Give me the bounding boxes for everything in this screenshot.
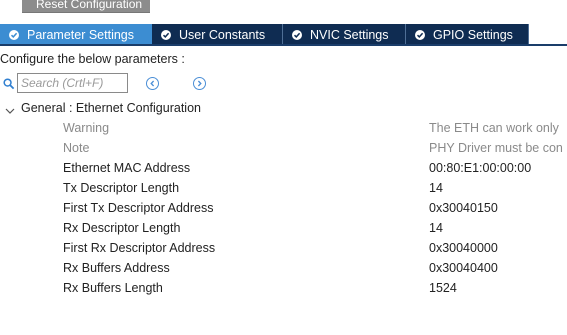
check-circle-icon <box>415 29 425 40</box>
search-previous-button[interactable] <box>146 77 159 90</box>
parameter-name: First Rx Descriptor Address <box>63 241 216 255</box>
parameter-value[interactable]: 0x30040400 <box>429 261 498 275</box>
parameter-row-ethernet-mac-address[interactable]: Ethernet MAC Address 00:80:E1:00:00:00 <box>0 161 567 181</box>
check-circle-icon <box>161 29 171 40</box>
tab-user-constants[interactable]: User Constants <box>152 24 283 45</box>
parameter-name: Ethernet MAC Address <box>63 161 191 175</box>
parameter-name: Rx Descriptor Length <box>63 221 181 235</box>
parameter-row-first-rx-descriptor-address[interactable]: First Rx Descriptor Address 0x30040000 <box>0 241 567 261</box>
parameter-value[interactable]: 1524 <box>429 281 457 295</box>
tab-nvic-settings[interactable]: NVIC Settings <box>283 24 406 45</box>
tab-label: Parameter Settings <box>27 27 134 42</box>
parameter-value[interactable]: 00:80:E1:00:00:00 <box>429 161 531 175</box>
tab-label: GPIO Settings <box>433 27 513 42</box>
parameter-value[interactable]: 14 <box>429 181 443 195</box>
parameter-name: Note <box>63 141 90 155</box>
parameter-row-rx-buffers-address[interactable]: Rx Buffers Address 0x30040400 <box>0 261 567 281</box>
parameter-row-note[interactable]: Note PHY Driver must be con <box>0 141 567 161</box>
tab-bar-underline <box>0 44 567 46</box>
parameter-name: First Tx Descriptor Address <box>63 201 214 215</box>
parameter-row-rx-buffers-length[interactable]: Rx Buffers Length 1524 <box>0 281 567 301</box>
check-circle-icon <box>9 29 19 40</box>
tab-label: User Constants <box>179 27 266 42</box>
parameter-value: The ETH can work only <box>429 121 559 135</box>
chevron-right-icon <box>197 80 202 87</box>
parameter-row-first-tx-descriptor-address[interactable]: First Tx Descriptor Address 0x30040150 <box>0 201 567 221</box>
parameter-row-warning[interactable]: Warning The ETH can work only <box>0 121 567 141</box>
tab-label: NVIC Settings <box>310 27 389 42</box>
chevron-left-icon <box>150 80 155 87</box>
tab-bar: Parameter Settings User Constants NVIC S… <box>0 24 567 45</box>
search-input[interactable] <box>17 73 128 93</box>
configure-label: Configure the below parameters : <box>0 52 185 66</box>
search-next-button[interactable] <box>193 77 206 90</box>
parameter-name: Rx Buffers Address <box>63 261 170 275</box>
group-header-general[interactable]: General : Ethernet Configuration <box>21 101 201 115</box>
parameter-name: Rx Buffers Length <box>63 281 163 295</box>
collapse-chevron-icon[interactable] <box>5 104 15 118</box>
parameter-value[interactable]: 0x30040150 <box>429 201 498 215</box>
parameter-name: Tx Descriptor Length <box>63 181 180 195</box>
parameter-row-tx-descriptor-length[interactable]: Tx Descriptor Length 14 <box>0 181 567 201</box>
parameter-row-rx-descriptor-length[interactable]: Rx Descriptor Length 14 <box>0 221 567 241</box>
tab-parameter-settings[interactable]: Parameter Settings <box>0 24 152 45</box>
check-circle-icon <box>292 29 302 40</box>
reset-configuration-button[interactable]: Reset Configuration <box>22 0 150 13</box>
parameter-value: PHY Driver must be con <box>429 141 563 155</box>
tab-gpio-settings[interactable]: GPIO Settings <box>406 24 529 45</box>
parameter-name: Warning <box>63 121 110 135</box>
parameter-value[interactable]: 0x30040000 <box>429 241 498 255</box>
parameter-value[interactable]: 14 <box>429 221 443 235</box>
search-icon <box>3 78 15 93</box>
